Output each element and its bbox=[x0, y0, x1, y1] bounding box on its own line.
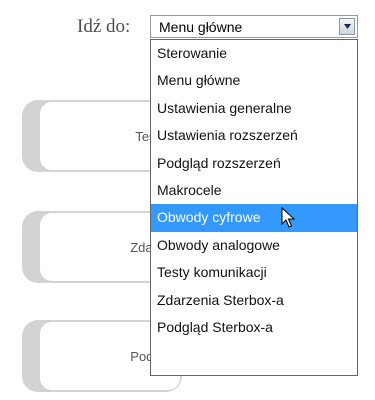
select-value: Menu główne bbox=[159, 19, 243, 35]
goto-select[interactable]: Menu główne bbox=[150, 15, 358, 38]
option-podglad-sterboxa[interactable]: Podgląd Sterbox-a bbox=[151, 314, 357, 341]
option-obwody-cyfrowe[interactable]: Obwody cyfrowe bbox=[151, 204, 357, 232]
option-obwody-analogowe[interactable]: Obwody analogowe bbox=[151, 232, 357, 259]
goto-label: Idź do: bbox=[77, 16, 131, 37]
option-testy-komunikacji[interactable]: Testy komunikacji bbox=[151, 259, 357, 286]
option-menu-glowne[interactable]: Menu główne bbox=[151, 67, 357, 94]
option-podglad-rozszerzen[interactable]: Podgląd rozszerzeń bbox=[151, 150, 357, 177]
goto-dropdown-list[interactable]: Sterowanie Menu główne Ustawienia genera… bbox=[150, 39, 358, 376]
option-ustawienia-rozszerzen[interactable]: Ustawienia rozszerzeń bbox=[151, 122, 357, 149]
chevron-down-icon bbox=[343, 24, 351, 29]
option-sterowanie[interactable]: Sterowanie bbox=[151, 40, 357, 67]
mouse-pointer-icon bbox=[281, 207, 295, 228]
option-label: Obwody cyfrowe bbox=[157, 209, 261, 226]
option-makrocele[interactable]: Makrocele bbox=[151, 177, 357, 204]
dropdown-arrow-button[interactable] bbox=[339, 18, 355, 35]
option-zdarzenia-sterboxa[interactable]: Zdarzenia Sterbox-a bbox=[151, 287, 357, 314]
option-ustawienia-generalne[interactable]: Ustawienia generalne bbox=[151, 95, 357, 122]
